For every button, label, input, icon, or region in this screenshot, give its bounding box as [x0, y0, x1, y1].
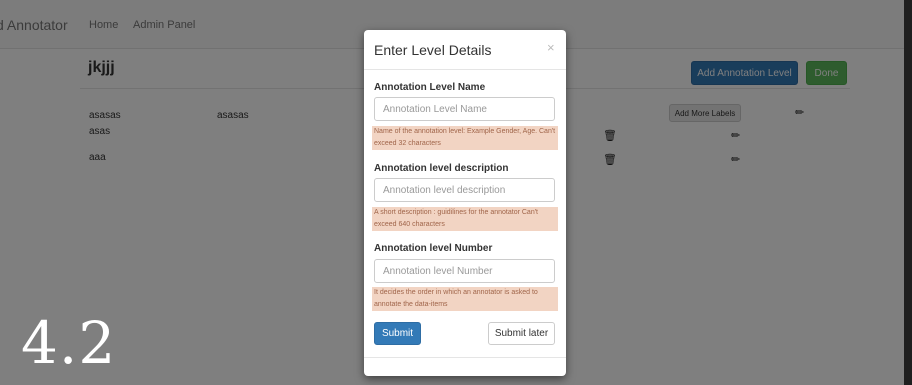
annotation-level-description-label: Annotation level description — [374, 163, 509, 174]
annotation-level-number-hint: It decides the order in which an annotat… — [372, 287, 558, 311]
modal-title: Enter Level Details — [374, 42, 492, 58]
annotation-level-name-input[interactable] — [374, 97, 555, 121]
submit-later-button[interactable]: Submit later — [488, 322, 555, 345]
level-details-modal: Enter Level Details × Annotation Level N… — [364, 30, 566, 376]
annotation-level-name-label: Annotation Level Name — [374, 82, 486, 93]
annotation-level-name-hint: Name of the annotation level: Example Ge… — [372, 126, 558, 150]
annotation-level-number-label: Annotation level Number — [374, 243, 493, 254]
annotation-level-description-hint: A short description : guidilines for the… — [372, 207, 558, 231]
annotation-level-number-input[interactable] — [374, 259, 555, 283]
app-window: d Annotator Home Admin Panel jkjjj Add A… — [0, 0, 904, 385]
annotation-level-description-input[interactable] — [374, 178, 555, 202]
watermark: 4.2 — [21, 309, 117, 377]
modal-header-divider — [364, 69, 566, 70]
close-icon[interactable]: × — [547, 40, 555, 55]
modal-footer-divider — [364, 357, 566, 358]
submit-button[interactable]: Submit — [374, 322, 421, 345]
